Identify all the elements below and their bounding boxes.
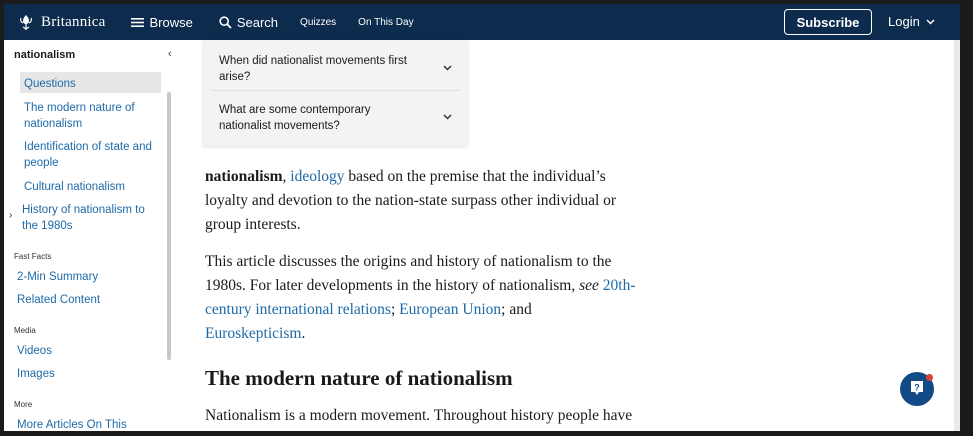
intro-text: group interests. xyxy=(205,216,301,233)
on-this-day-link[interactable]: On This Day xyxy=(358,17,413,28)
international-relations-link[interactable]: century international relations xyxy=(205,301,391,318)
toc-item-summary[interactable]: 2-Min Summary xyxy=(17,269,98,285)
euroskepticism-link[interactable]: Euroskepticism xyxy=(205,325,301,342)
toc-item-questions[interactable]: Questions xyxy=(24,76,76,92)
help-icon: ? xyxy=(911,381,923,395)
thistle-logo-icon xyxy=(20,15,32,30)
separator: ; xyxy=(390,301,400,318)
search-label: Search xyxy=(236,14,279,30)
quizzes-link[interactable]: Quizzes xyxy=(300,17,336,28)
page-scrollbar[interactable] xyxy=(954,40,960,431)
toc-item-cultural[interactable]: Cultural nationalism xyxy=(24,179,125,195)
toc-item-more-articles[interactable]: More Articles On This xyxy=(17,417,127,431)
svg-text:?: ? xyxy=(914,383,920,393)
browser-page: Britannica Browse Search Quizzes On This… xyxy=(4,4,960,431)
search-icon xyxy=(219,15,232,29)
chevron-down-icon[interactable] xyxy=(443,65,452,71)
browse-label: Browse xyxy=(149,14,193,30)
menu-icon xyxy=(131,17,145,27)
scope-paragraph: This article discusses the origins and h… xyxy=(205,250,675,346)
comma: , xyxy=(282,168,287,185)
section-heading: The modern nature of nationalism xyxy=(205,366,513,390)
question-item[interactable]: What are some contemporary nationalist m… xyxy=(219,102,419,134)
intro-text: based on the premise that the individual… xyxy=(344,168,606,185)
see-text: see xyxy=(579,277,599,294)
browse-button[interactable]: Browse xyxy=(131,14,193,30)
european-union-link[interactable]: European Union xyxy=(399,301,501,318)
britannica-logo[interactable]: Britannica xyxy=(16,12,105,32)
toc-title: nationalism xyxy=(14,49,76,61)
search-button[interactable]: Search xyxy=(219,15,278,30)
brand-name: Britannica xyxy=(41,13,106,30)
toc-sidebar: nationalism ‹ Questions The modern natur… xyxy=(4,40,180,431)
top-nav-bar: Britannica Browse Search Quizzes On This… xyxy=(4,4,960,40)
intro-text: loyalty and devotion to the nation-state… xyxy=(205,192,617,209)
divider xyxy=(211,90,460,91)
toc-item-images[interactable]: Images xyxy=(17,366,55,382)
scope-text: ; and xyxy=(501,301,532,318)
scope-text: 1980s. For later developments in the his… xyxy=(205,277,580,294)
toc-item-related[interactable]: Related Content xyxy=(17,292,100,308)
subscribe-button[interactable]: Subscribe xyxy=(784,9,872,35)
scope-text: This article discusses the origins and h… xyxy=(205,253,612,270)
questions-box: When did nationalist movements first ari… xyxy=(203,40,468,146)
question-item[interactable]: When did nationalist movements first ari… xyxy=(219,53,419,85)
toc-item-history[interactable]: History of nationalism to the 1980s xyxy=(22,202,157,234)
international-relations-link[interactable]: 20th- xyxy=(603,277,636,294)
toc-item-modern-nature[interactable]: The modern nature of nationalism xyxy=(24,100,152,132)
notification-dot xyxy=(926,374,933,381)
chevron-down-icon[interactable] xyxy=(443,114,452,120)
intro-paragraph: nationalism, ideology based on the premi… xyxy=(205,165,675,237)
chevron-down-icon xyxy=(926,18,935,25)
login-label: Login xyxy=(888,14,920,29)
period: . xyxy=(301,325,306,342)
toc-item-videos[interactable]: Videos xyxy=(17,343,52,359)
fast-facts-heading: Fast Facts xyxy=(14,252,52,261)
toc-item-identification[interactable]: Identification of state and people xyxy=(24,139,164,171)
expand-arrow-icon[interactable]: › xyxy=(9,210,12,221)
media-heading: Media xyxy=(14,326,36,335)
sidebar-scrollbar[interactable] xyxy=(167,92,171,360)
more-heading: More xyxy=(14,400,33,409)
section-paragraph: Nationalism is a modern movement. Throug… xyxy=(205,407,633,424)
login-button[interactable]: Login xyxy=(888,14,935,29)
article-term: nationalism xyxy=(205,168,283,185)
ideology-link[interactable]: ideology xyxy=(290,168,344,185)
